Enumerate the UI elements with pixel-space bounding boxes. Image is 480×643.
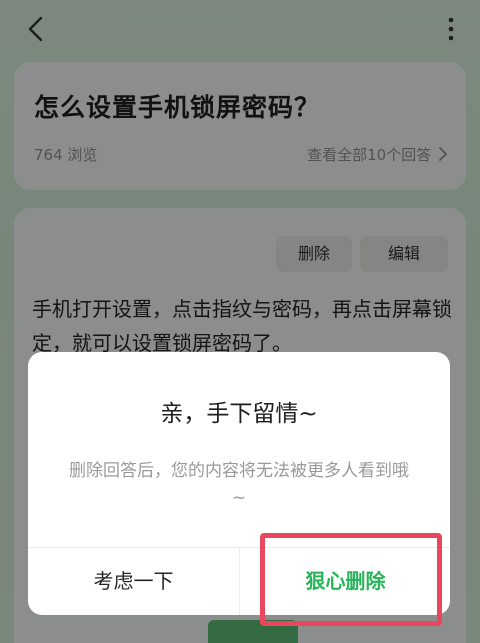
dialog-message: 删除回答后，您的内容将无法被更多人看到哦 ~: [69, 461, 409, 508]
cancel-button[interactable]: 考虑一下: [28, 548, 239, 615]
delete-confirm-dialog: 亲，手下留情~ 删除回答后，您的内容将无法被更多人看到哦 ~ 考虑一下 狠心删除: [28, 352, 450, 615]
dialog-title: 亲，手下留情~: [160, 401, 318, 427]
confirm-delete-button[interactable]: 狠心删除: [240, 548, 450, 615]
